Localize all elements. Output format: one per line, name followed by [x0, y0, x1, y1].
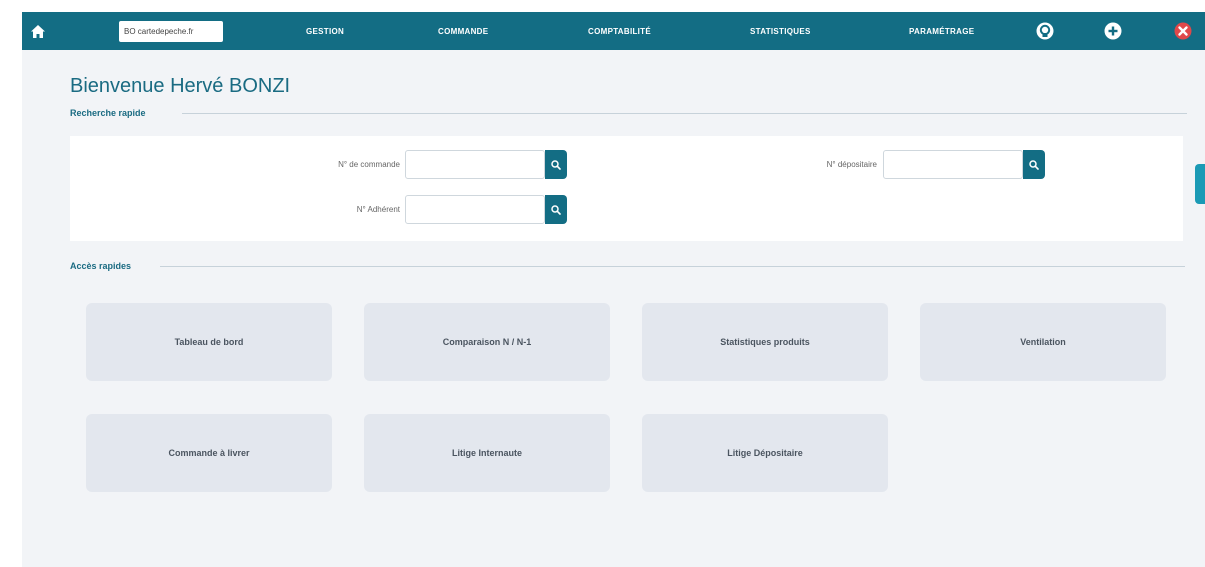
- member-number-input[interactable]: [405, 195, 545, 224]
- home-button[interactable]: [28, 21, 48, 41]
- tile-orders-to-deliver[interactable]: Commande à livrer: [86, 414, 332, 492]
- search-icon: [1029, 159, 1039, 170]
- site-selector[interactable]: BO cartedepeche.fr: [119, 21, 223, 42]
- quick-search-panel: N° de commande N° dépositaire N° Adhéren…: [70, 136, 1183, 241]
- app-frame: BO cartedepeche.fr GESTION COMMANDE COMP…: [22, 12, 1205, 567]
- member-number-label: N° Adhérent: [356, 205, 400, 214]
- quick-search-label: Recherche rapide: [70, 108, 146, 118]
- quick-search-divider: [182, 113, 1187, 114]
- search-icon: [551, 204, 561, 215]
- page: BO cartedepeche.fr GESTION COMMANDE COMP…: [0, 0, 1205, 567]
- support-icon: [1036, 22, 1054, 40]
- menu-gestion[interactable]: GESTION: [306, 12, 344, 50]
- quick-access-label: Accès rapides: [70, 261, 132, 271]
- top-navbar: BO cartedepeche.fr GESTION COMMANDE COMP…: [22, 12, 1205, 50]
- close-icon: [1174, 22, 1192, 40]
- menu-parametrage[interactable]: PARAMÉTRAGE: [909, 12, 974, 50]
- support-button[interactable]: [1036, 22, 1054, 40]
- add-button[interactable]: [1104, 22, 1122, 40]
- depositary-search-button[interactable]: [1023, 150, 1045, 179]
- tile-ventilation[interactable]: Ventilation: [920, 303, 1166, 381]
- tile-internet-user-dispute[interactable]: Litige Internaute: [364, 414, 610, 492]
- depositary-number-label: N° dépositaire: [826, 160, 877, 169]
- tile-comparison[interactable]: Comparaison N / N-1: [364, 303, 610, 381]
- close-button[interactable]: [1174, 22, 1192, 40]
- side-panel-toggle[interactable]: [1195, 164, 1205, 204]
- tile-dashboard[interactable]: Tableau de bord: [86, 303, 332, 381]
- quick-access-divider: [160, 266, 1185, 267]
- depositary-number-input[interactable]: [883, 150, 1023, 179]
- order-number-input[interactable]: [405, 150, 545, 179]
- search-icon: [551, 159, 561, 170]
- tile-depositary-dispute[interactable]: Litige Dépositaire: [642, 414, 888, 492]
- tile-product-stats[interactable]: Statistiques produits: [642, 303, 888, 381]
- menu-commande[interactable]: COMMANDE: [438, 12, 488, 50]
- order-number-label: N° de commande: [338, 160, 400, 169]
- order-search-button[interactable]: [545, 150, 567, 179]
- member-search-button[interactable]: [545, 195, 567, 224]
- add-icon: [1104, 22, 1122, 40]
- home-icon: [31, 24, 45, 38]
- page-title: Bienvenue Hervé BONZI: [70, 75, 291, 97]
- menu-statistiques[interactable]: STATISTIQUES: [750, 12, 811, 50]
- menu-comptabilite[interactable]: COMPTABILITÉ: [588, 12, 651, 50]
